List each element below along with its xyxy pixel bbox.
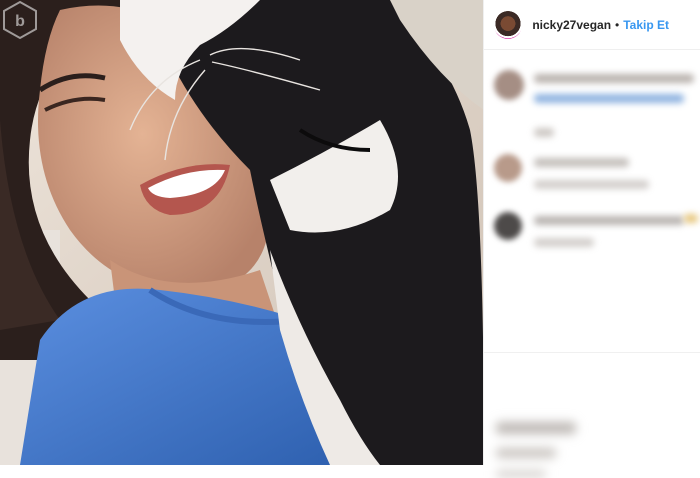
- blurred-comment-text: [534, 94, 685, 103]
- commenter-avatar: [494, 154, 523, 182]
- actions-divider: [484, 352, 700, 353]
- blurred-comment-meta: [534, 128, 555, 137]
- blurred-comment-meta: [534, 180, 650, 189]
- blurred-likes: [496, 448, 557, 458]
- blurred-timestamp: [496, 470, 547, 478]
- follow-button[interactable]: Takip Et: [623, 18, 669, 32]
- author-avatar[interactable]: [494, 10, 523, 39]
- author-username[interactable]: nicky27vegan: [532, 18, 611, 32]
- blurred-comment-meta: [534, 238, 595, 247]
- post-photo[interactable]: b: [0, 0, 484, 465]
- post-side-panel: nicky27vegan • Takip Et: [483, 0, 700, 478]
- blurred-emoji: [684, 214, 699, 223]
- blurred-action-icons: [496, 422, 577, 434]
- commenter-avatar: [494, 70, 525, 100]
- blurred-comment-text: [534, 158, 630, 167]
- instagram-post: b nicky27vegan • Takip Et: [0, 0, 700, 478]
- blurred-comment-text: [534, 216, 685, 225]
- svg-text:b: b: [15, 13, 25, 30]
- blurred-comment-text: [534, 74, 695, 83]
- header-separator: •: [615, 17, 620, 32]
- commenter-avatar: [494, 212, 523, 240]
- post-header: nicky27vegan • Takip Et: [484, 0, 700, 50]
- watermark-logo-icon: b: [3, 0, 37, 40]
- photo-illustration: [0, 0, 484, 465]
